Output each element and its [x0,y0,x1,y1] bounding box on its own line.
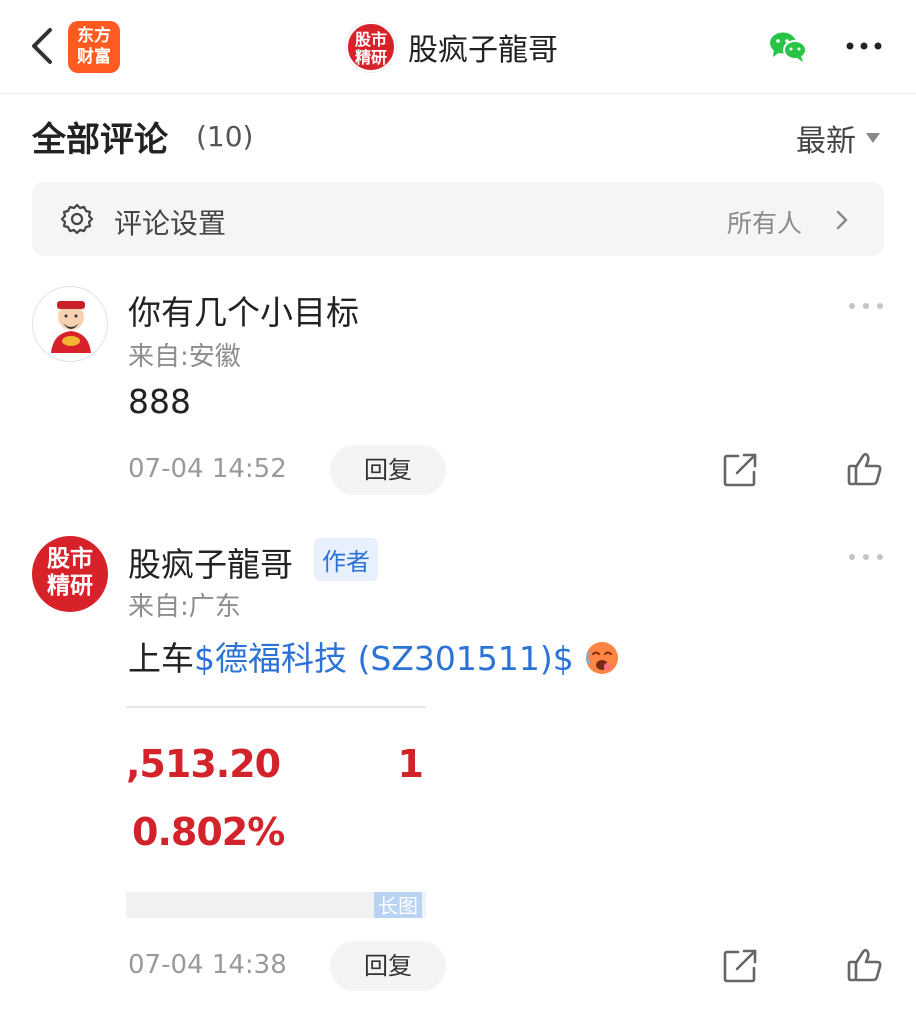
author-badge: 作者 [314,538,378,581]
comment-text: 888 [128,382,191,421]
comment-text-prefix: 上车 [128,639,194,678]
comment-time: 07-04 14:52 [128,454,287,484]
header-title-group[interactable]: 股市 精研 股疯子龍哥 [346,20,558,74]
thumbs-up-icon[interactable] [846,450,884,488]
gear-icon [60,203,94,235]
settings-label: 评论设置 [114,207,227,240]
comment-more-icon[interactable] [848,551,884,563]
app-logo-line2: 财富 [77,47,111,67]
comments-title: 全部评论 [32,120,168,160]
comment-text: 上车$德福科技 (SZ301511)$ [128,632,620,680]
author-avatar-line1: 股市 [47,546,93,572]
comment-username[interactable]: 股疯子龍哥 [128,538,293,586]
back-arrow-icon[interactable] [26,24,60,68]
comment-region: 来自:安徽 [128,342,241,372]
author-avatar[interactable]: 股市 精研 [32,536,108,612]
share-icon[interactable] [722,452,758,488]
hot-face-emoji-icon [585,642,618,674]
comment-region: 来自:广东 [128,592,241,622]
header-avatar-line2: 精研 [354,48,387,67]
stock-link[interactable]: $德福科技 (SZ301511)$ [194,639,574,678]
app-logo-line1: 东方 [77,26,111,46]
comment-more-icon[interactable] [848,300,884,312]
attachment-price: ,513.20 [126,742,281,786]
settings-value: 所有人 [726,209,802,238]
reply-button[interactable]: 回复 [330,445,446,495]
page-title: 股疯子龍哥 [408,33,558,68]
caret-down-icon [866,133,880,143]
share-icon[interactable] [722,948,758,984]
comment-time: 07-04 14:38 [128,950,287,980]
wechat-share-icon[interactable] [768,30,808,64]
chevron-right-icon [836,210,848,230]
thumbs-up-icon[interactable] [846,946,884,984]
app-logo[interactable]: 东方 财富 [68,21,120,73]
attached-image[interactable]: ,513.20 1 0.802% 长图 [126,706,426,918]
long-image-tag: 长图 [374,892,422,918]
top-nav-bar: 东方 财富 股市 精研 股疯子龍哥 [0,0,916,94]
comment-username[interactable]: 你有几个小目标 [128,286,359,334]
comments-count: (10) [196,120,254,153]
reply-button[interactable]: 回复 [330,941,446,991]
comments-header: 全部评论 (10) 最新 [32,108,884,160]
header-avatar: 股市 精研 [346,22,396,72]
comment-settings-row[interactable]: 评论设置 所有人 [32,182,884,256]
sort-label: 最新 [796,124,856,159]
attachment-price-right: 1 [397,742,424,786]
attachment-percent: 0.802% [132,810,285,854]
more-options-icon[interactable] [844,34,884,58]
user-avatar[interactable] [32,286,108,362]
header-avatar-line1: 股市 [354,30,387,49]
sort-dropdown[interactable]: 最新 [796,116,880,160]
attachment-divider [126,706,426,708]
caishen-avatar-icon [51,301,91,353]
author-avatar-line2: 精研 [47,573,93,599]
